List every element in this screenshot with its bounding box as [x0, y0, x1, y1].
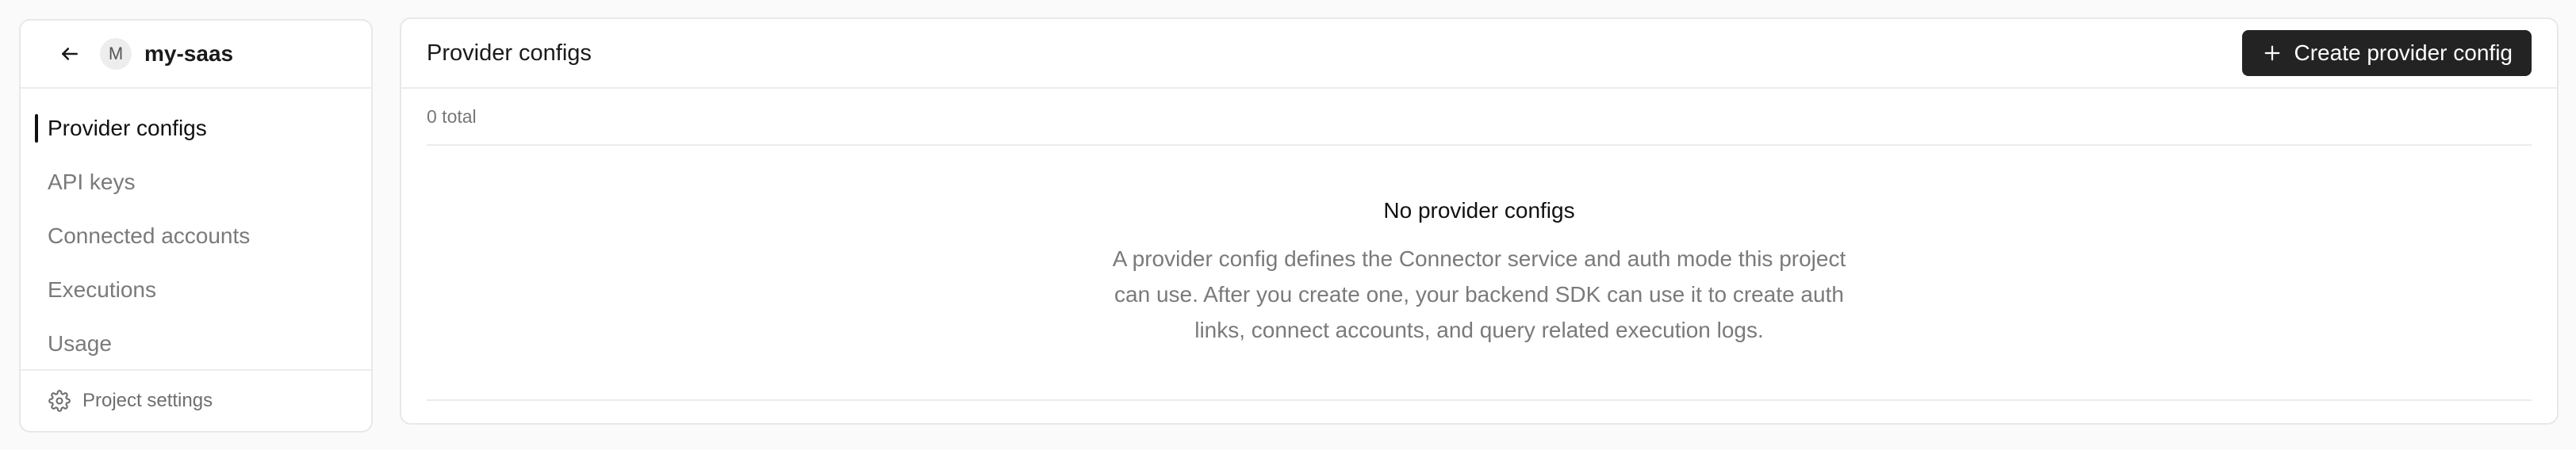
empty-state-title: No provider configs	[1383, 198, 1575, 223]
sidebar-nav: Provider configs API keys Connected acco…	[21, 89, 371, 371]
project-name: my-saas	[144, 41, 234, 66]
sidebar-header: M my-saas	[21, 21, 371, 89]
arrow-left-icon[interactable]	[56, 40, 84, 68]
empty-state-description: A provider config defines the Connector …	[1112, 246, 1846, 342]
main-panel: Provider configs Create provider config …	[400, 17, 2559, 425]
create-provider-config-button[interactable]: Create provider config	[2241, 30, 2532, 76]
empty-state: No provider configs A provider config de…	[427, 146, 2532, 401]
sidebar-item-label: API keys	[48, 170, 136, 194]
avatar: M	[100, 38, 132, 70]
create-button-label: Create provider config	[2294, 40, 2513, 65]
sidebar: M my-saas Provider configs API keys Conn…	[19, 19, 373, 433]
total-count: 0 total	[427, 89, 2532, 146]
sidebar-item-api-keys[interactable]: API keys	[21, 155, 371, 209]
page-title: Provider configs	[427, 40, 592, 66]
project-settings-label: Project settings	[82, 390, 213, 411]
sidebar-item-connected-accounts[interactable]: Connected accounts	[21, 209, 371, 263]
sidebar-item-executions[interactable]: Executions	[21, 263, 371, 317]
sidebar-item-label: Executions	[48, 277, 156, 302]
sidebar-item-usage[interactable]: Usage	[21, 317, 371, 371]
project-settings-link[interactable]: Project settings	[21, 369, 371, 431]
plus-icon	[2263, 44, 2282, 63]
sidebar-item-label: Usage	[48, 331, 112, 356]
sidebar-item-provider-configs[interactable]: Provider configs	[21, 101, 371, 155]
sidebar-item-label: Connected accounts	[48, 223, 251, 248]
sidebar-item-label: Provider configs	[48, 116, 207, 140]
main-header: Provider configs Create provider config	[401, 19, 2557, 89]
gear-icon	[48, 389, 71, 413]
